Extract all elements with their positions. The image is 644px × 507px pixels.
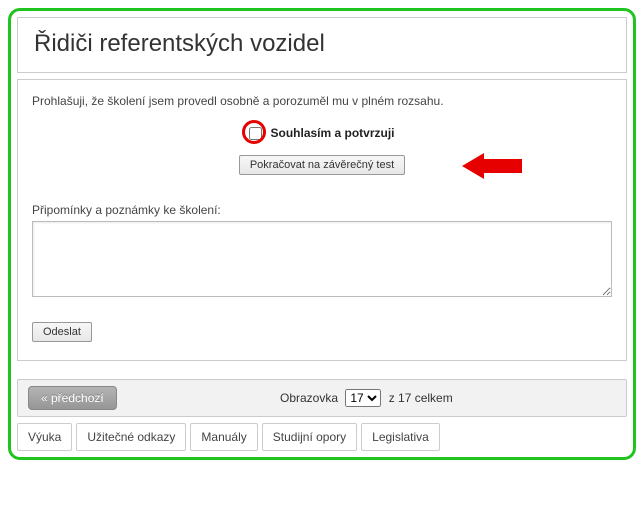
tab-vyuka[interactable]: Výuka [17,423,72,451]
prev-button[interactable]: « předchozí [28,386,117,410]
confirm-label: Souhlasím a potvrzuji [270,126,394,140]
app-frame: Řidiči referentských vozidel Prohlašuji,… [8,8,636,460]
page-title: Řidiči referentských vozidel [34,30,610,58]
confirm-row: Souhlasím a potvrzuji [32,126,612,143]
confirm-label-wrap[interactable]: Souhlasím a potvrzuji [249,126,394,140]
main-panel: Prohlašuji, že školení jsem provedl osob… [17,79,627,361]
send-button[interactable]: Odeslat [32,322,92,342]
tab-manualy[interactable]: Manuály [190,423,257,451]
footer: « předchozí Obrazovka 17 z 17 celkem Výu… [17,379,627,451]
pager-select[interactable]: 17 [345,389,381,407]
continue-button[interactable]: Pokračovat na závěrečný test [239,155,405,175]
pager-screen-word: Obrazovka [280,391,338,405]
send-row: Odeslat [32,322,612,342]
tab-uzitecne-odkazy[interactable]: Užitečné odkazy [76,423,186,451]
pager-of-text: z 17 celkem [389,391,453,405]
tab-studijni-opory[interactable]: Studijní opory [262,423,357,451]
pager-bar: « předchozí Obrazovka 17 z 17 celkem [17,379,627,417]
tabs-row: Výuka Užitečné odkazy Manuály Studijní o… [17,423,627,451]
notes-textarea[interactable] [32,221,612,297]
continue-row: Pokračovat na závěrečný test [32,155,612,175]
tab-legislativa[interactable]: Legislativa [361,423,440,451]
title-panel: Řidiči referentských vozidel [17,17,627,73]
pager-center: Obrazovka 17 z 17 celkem [117,389,616,407]
arrow-left-icon [462,153,522,179]
notes-label: Připomínky a poznámky ke školení: [32,203,612,217]
confirm-checkbox[interactable] [249,127,262,140]
declaration-text: Prohlašuji, že školení jsem provedl osob… [32,94,612,108]
